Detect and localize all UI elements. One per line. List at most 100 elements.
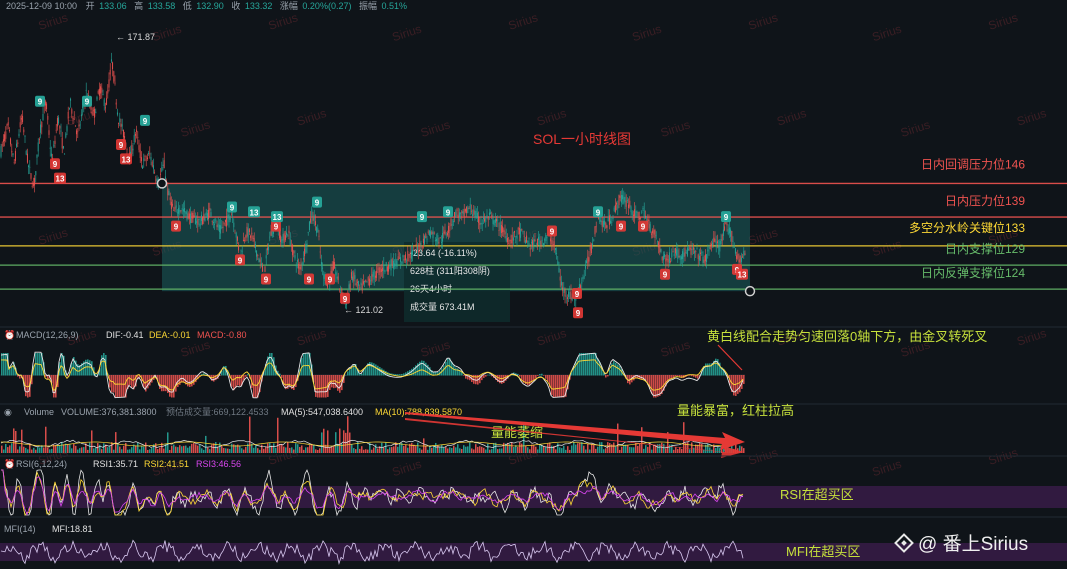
candle-body [65,133,67,138]
candle-body [664,254,666,258]
candle-body [361,283,363,291]
measure-bars: 628柱 (311阳308阴) [410,265,490,276]
candle-body [418,250,420,252]
candle-body [492,216,494,224]
macd-bar [119,375,121,398]
volume-bar [27,449,29,453]
candle-body [481,222,483,225]
volume-bar [555,449,557,453]
volume-bar [261,444,263,453]
volume-bar [485,449,487,453]
candle-body [679,255,681,260]
candle-body [323,273,325,279]
volume-bar [527,447,529,453]
candle-body [13,162,15,164]
volume-bar [431,447,433,453]
candle-body [186,210,188,220]
candle-body [212,222,214,224]
volume-bar [661,442,663,453]
candle-body [464,209,466,212]
td-marker-label: 13 [122,155,131,164]
chart-canvas[interactable]: SiriusSiriusSiriusSiriusSiriusSiriusSiri… [0,0,1067,569]
candle-body [409,252,411,258]
candle-body [653,229,655,235]
candle-body [133,135,135,143]
candle-body [359,286,361,288]
volume-bar [315,449,317,453]
candle-body [322,267,324,269]
candle-body [631,211,633,215]
volume-bar [609,442,611,453]
candle-body [331,266,333,275]
candle-body [370,280,372,282]
candle-body [655,235,657,237]
candle-body [538,236,540,241]
rsi-legend: ⏰ RSI(6,12,24) RSI1:35.71 RSI2:41.51 RSI… [4,458,241,469]
volume-bar [219,442,221,453]
candle-body [460,212,462,214]
volume-bar [191,443,193,453]
candle-body [142,166,144,169]
volume-bar [291,447,293,453]
candle-body [205,212,207,216]
volume-bar [31,449,33,453]
volume-bar [7,447,9,453]
volume-bar [141,445,143,453]
candle-body [546,237,548,239]
macd-bar [169,375,171,397]
macd-legend: ⏰ MACD(12,26,9) DIF:-0.41 DEA:-0.01 MACD… [4,329,247,340]
candle-body [731,231,733,242]
measure-end-handle[interactable] [744,285,756,297]
candle-body [206,213,208,220]
candle-body [529,247,531,250]
candle-body [306,243,308,246]
candle-body [95,111,97,114]
volume-bar [319,448,321,453]
volume-bar [529,449,531,453]
candle-body [143,158,145,162]
volume-bar [169,449,171,453]
macd-bar [351,367,353,376]
candle-body [62,146,64,149]
volume-bar [313,444,315,453]
macd-bar [527,375,529,386]
candle-body [431,231,433,235]
candle-body [594,226,596,235]
candle-body [697,254,699,260]
candle-body [20,118,22,120]
macd-bar [445,361,447,376]
candle-body [486,215,488,217]
candle-body [74,125,76,127]
macd-bar [591,353,593,376]
candle-body [284,235,286,240]
candle-body [292,244,294,256]
svg-text:2025-12-09 10:00 开: 2025-12-09 10:00 开 133.06 高 133.58 低 132… [6,0,407,11]
candle-body [602,220,604,227]
volume-bar [149,449,151,453]
macd-bar [421,360,423,376]
candle-body [92,109,94,111]
candle-body [366,281,368,283]
candle-body [132,148,134,151]
td-marker-label: 9 [619,223,624,232]
macd-bar [423,360,425,376]
candle-body [734,248,736,254]
candle-body [340,291,342,293]
candle-body [424,235,426,245]
candle-body [403,258,405,261]
candle-body [466,206,468,214]
volume-bar [411,443,413,453]
volume-bar [89,442,91,453]
candle-body [528,243,530,247]
measure-start-handle[interactable] [156,178,168,189]
candle-body [714,238,716,242]
volume-bar [113,449,115,453]
candle-body [6,124,8,126]
candle-body [564,289,566,297]
candle-body [391,259,393,266]
volume-bar [147,449,149,453]
volume-bar [197,445,199,453]
candle-body [241,251,243,253]
macd-bar [281,375,283,378]
volume-bar [43,447,45,453]
